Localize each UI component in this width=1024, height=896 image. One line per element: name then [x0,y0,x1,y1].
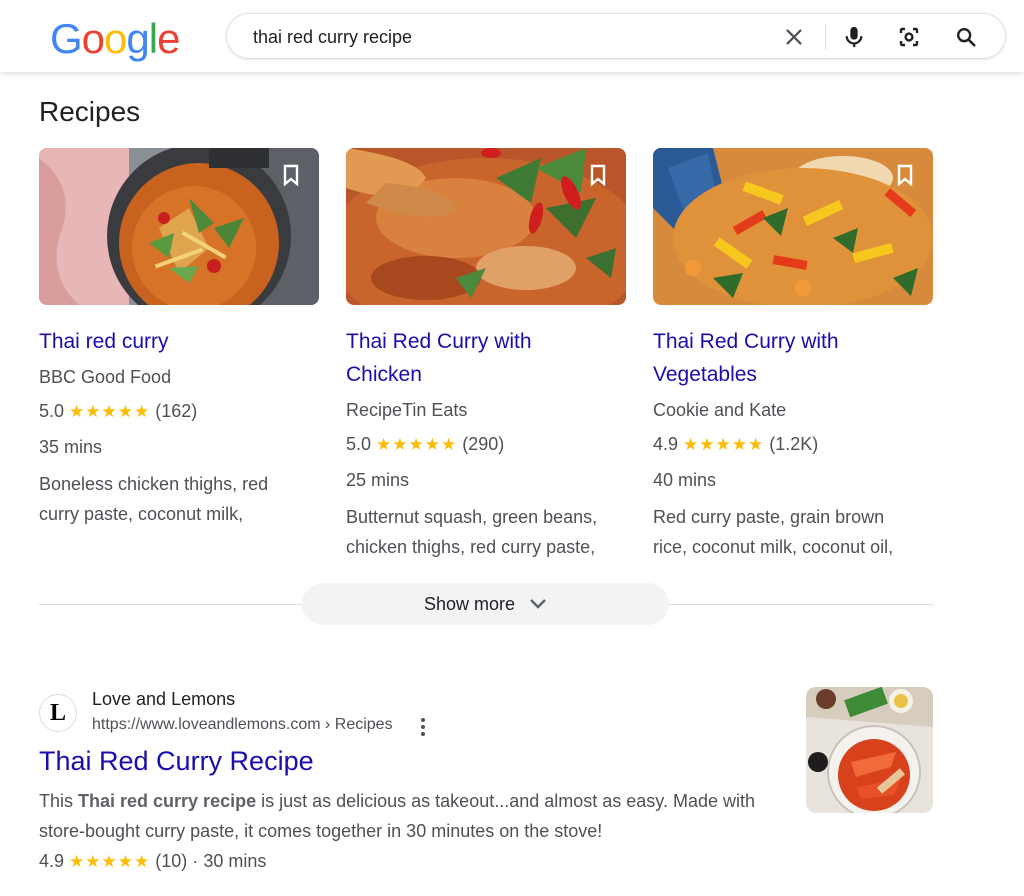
search-input[interactable] [253,25,773,49]
ingredients-line: rice, coconut milk, coconut oil, [653,537,894,557]
logo-letter[interactable]: l [149,15,158,62]
rating-value: 4.9 [39,851,65,871]
recipe-source: BBC Good Food [39,367,172,387]
recipe-time: 40 mins [653,470,717,490]
more-options-icon[interactable] [413,716,433,738]
rating-stars-icon: ★★★★★ [69,852,151,871]
rating-count: (162) [155,401,198,421]
recipe-title-link[interactable]: Thai Red Curry with Chicken [346,325,626,391]
logo-letter[interactable]: o [82,15,105,62]
site-name[interactable]: Love and Lemons [92,689,235,710]
rating-count: (290) [462,434,505,454]
recipe-title-line[interactable]: Thai red curry [39,325,319,358]
recipe-ingredients: Butternut squash, green beans, chicken t… [346,502,626,562]
recipe-card[interactable]: Thai Red Curry with Chicken RecipeTin Ea… [346,148,626,562]
ingredients-line: curry paste, coconut milk, [39,504,244,524]
rating-count: (1.2K) [769,434,819,454]
result-title-link[interactable]: Thai Red Curry Recipe [39,746,314,777]
recipe-title-line[interactable]: Thai Red Curry with [653,325,933,358]
rating-count: (10) [155,851,188,871]
cook-time: 30 mins [203,851,267,871]
recipe-image[interactable] [346,148,626,305]
recipe-title-line[interactable]: Chicken [346,358,626,391]
clear-icon[interactable] [779,22,809,52]
site-favicon[interactable]: L [39,694,77,732]
logo-letter[interactable]: e [157,15,180,62]
result-snippet: This Thai red curry recipe is just as de… [39,786,779,846]
recipe-rating: 5.0 ★★★★★ (290) [346,427,626,462]
logo-letter[interactable]: G [50,15,83,62]
microphone-icon[interactable] [839,22,869,52]
search-divider [825,24,826,50]
recipe-ingredients: Red curry paste, grain brown rice, cocon… [653,502,933,562]
show-more-label[interactable]: Show more [424,594,515,615]
header: Google [0,0,1024,72]
rating-value: 5.0 [346,434,372,454]
bookmark-icon[interactable] [281,164,301,187]
recipe-source: Cookie and Kate [653,400,787,420]
recipe-image[interactable] [39,148,319,305]
ingredients-line: chicken thighs, red curry paste, [346,537,596,557]
recipe-title-link[interactable]: Thai red curry [39,325,319,358]
rating-value: 4.9 [653,434,679,454]
ingredients-line: Boneless chicken thighs, red [39,474,269,494]
recipe-card[interactable]: Thai red curry BBC Good Food 5.0 ★★★★★ (… [39,148,319,529]
rating-stars-icon: ★★★★★ [69,402,151,421]
ingredients-line: Butternut squash, green beans, [346,507,598,527]
site-url[interactable]: https://www.loveandlemons.com › Recipes [92,716,393,734]
bookmark-icon[interactable] [588,164,608,187]
google-logo[interactable]: Google [50,14,180,64]
recipe-title-line[interactable]: Vegetables [653,358,933,391]
lens-camera-icon[interactable] [894,22,924,52]
meta-separator: · [192,851,199,871]
search-icon[interactable] [951,22,981,52]
recipe-rating: 5.0 ★★★★★ (162) [39,394,319,429]
recipes-heading: Recipes [39,96,141,127]
recipe-time: 25 mins [346,470,410,490]
show-more-button[interactable]: Show more [302,583,669,625]
rating-stars-icon: ★★★★★ [683,435,765,454]
bookmark-icon[interactable] [895,164,915,187]
rating-value: 5.0 [39,401,65,421]
chevron-down-icon[interactable] [529,594,547,615]
recipe-time: 35 mins [39,437,103,457]
snippet-highlight: Thai red curry recipe [78,791,257,811]
recipe-title-line[interactable]: Thai Red Curry with [346,325,626,358]
recipe-ingredients: Boneless chicken thighs, red curry paste… [39,469,319,529]
logo-letter[interactable]: o [104,15,127,62]
ingredients-line: Red curry paste, grain brown [653,507,885,527]
rating-stars-icon: ★★★★★ [376,435,458,454]
recipe-title-link[interactable]: Thai Red Curry with Vegetables [653,325,933,391]
recipe-rating: 4.9 ★★★★★ (1.2K) [653,427,933,462]
recipe-card[interactable]: Thai Red Curry with Vegetables Cookie an… [653,148,933,562]
result-thumbnail[interactable] [806,687,933,813]
result-rating: 4.9 ★★★★★ (10) · 30 mins [39,848,266,875]
logo-letter[interactable]: g [126,15,149,62]
search-box[interactable] [226,13,1006,59]
recipe-source: RecipeTin Eats [346,400,468,420]
recipe-image[interactable] [653,148,933,305]
snippet-text: This [39,791,79,811]
